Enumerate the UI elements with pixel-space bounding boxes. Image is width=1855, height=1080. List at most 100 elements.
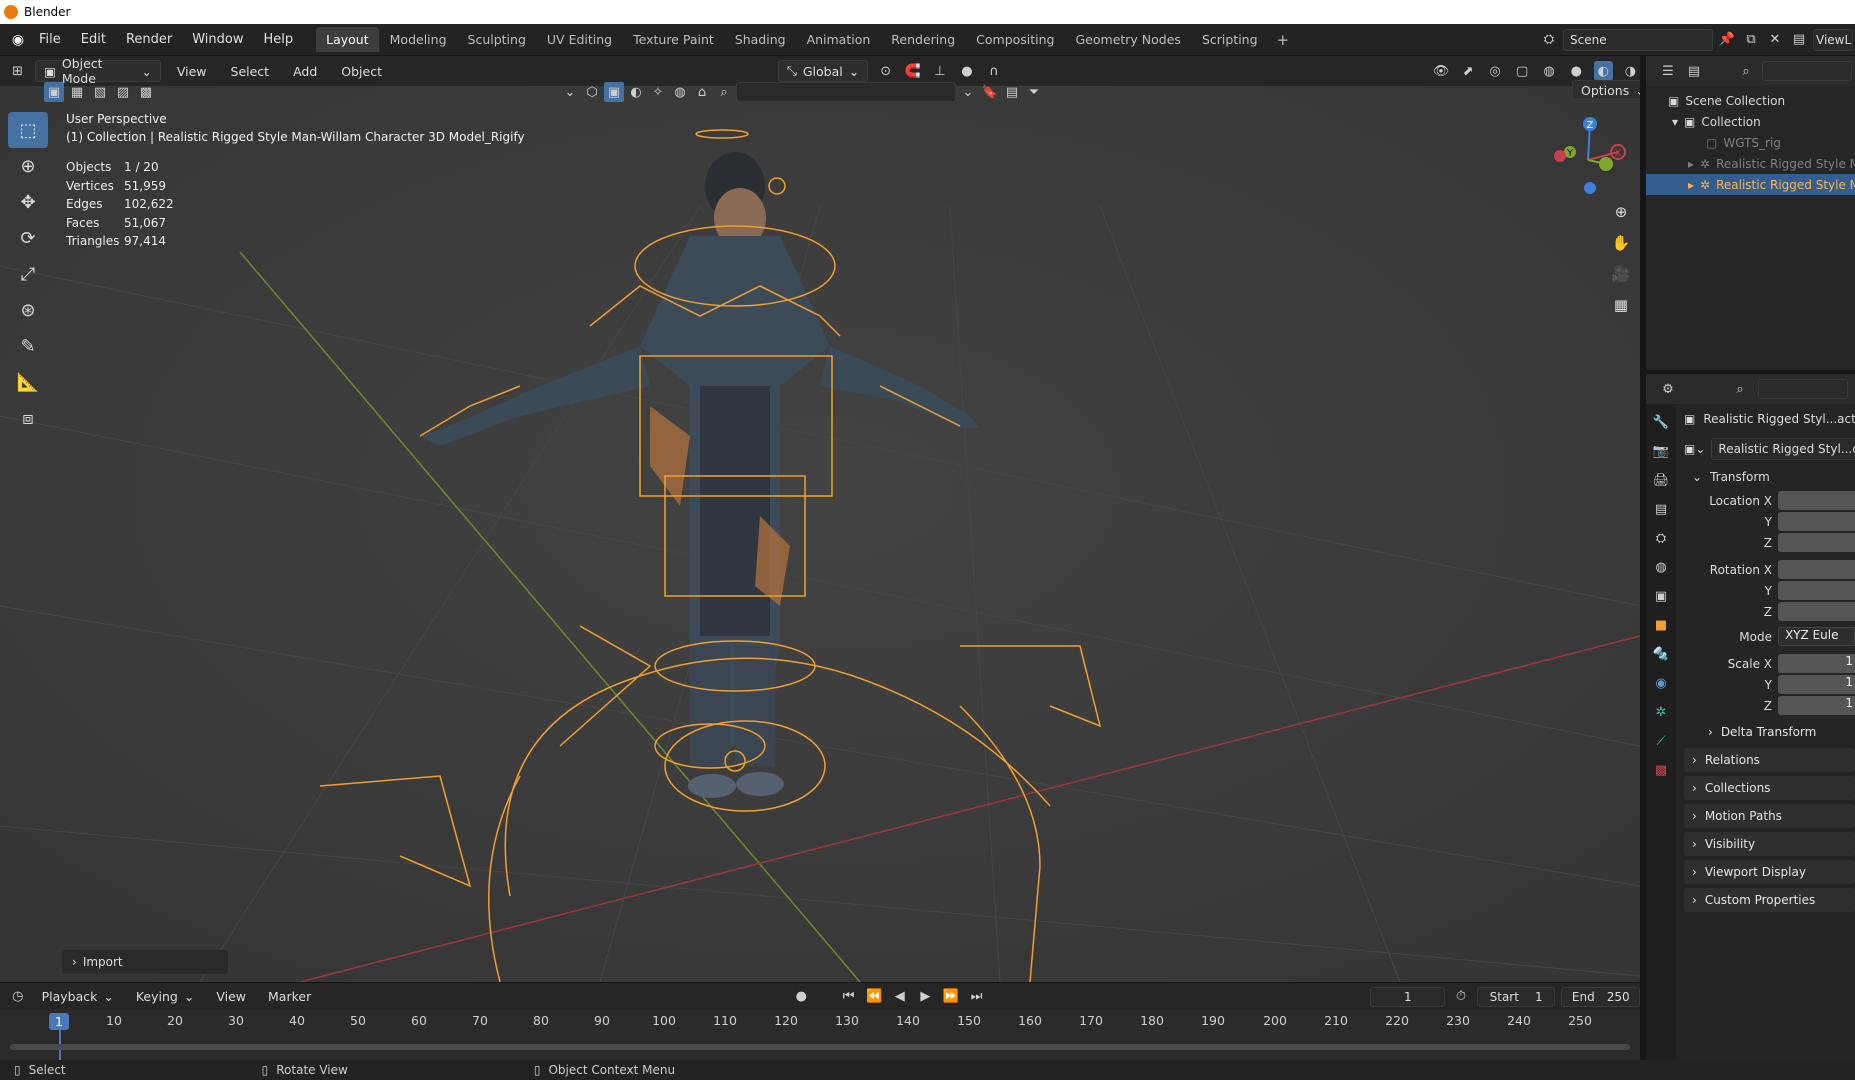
data-tab-icon[interactable]: ⟋	[1651, 731, 1671, 752]
frame-ruler[interactable]: 1 10 20 30 40 50 60 70 80 90 100 110 120…	[0, 1010, 1640, 1032]
orientation-dropdown[interactable]: ⤡ Global ⌄	[777, 60, 869, 82]
rotation-z-field[interactable]	[1778, 602, 1855, 621]
add-cube-tool[interactable]: ⧈	[8, 400, 48, 436]
xray-icon[interactable]: ▢	[1513, 61, 1532, 81]
pin-icon[interactable]: 📌	[1717, 30, 1737, 50]
view-layer-icon[interactable]: ▤	[1789, 30, 1809, 50]
custom-properties-section[interactable]: › Custom Properties	[1684, 888, 1855, 912]
editor-type-icon[interactable]: ⊞	[8, 61, 27, 81]
navigation-gizmo[interactable]: Z X Y	[1548, 108, 1628, 198]
select-box-tool[interactable]: ⬚	[8, 112, 48, 148]
tab-texture-paint[interactable]: Texture Paint	[623, 27, 724, 52]
motion-paths-section[interactable]: › Motion Paths	[1684, 804, 1855, 828]
current-frame-marker[interactable]: 1	[49, 1013, 69, 1030]
timeline-area[interactable]: 1 10 20 30 40 50 60 70 80 90 100 110 120…	[0, 1010, 1640, 1060]
menu-edit[interactable]: Edit	[72, 28, 115, 51]
stopwatch-icon[interactable]: ⏱	[1451, 987, 1471, 1007]
rotation-x-field[interactable]	[1778, 560, 1855, 579]
material-shading-icon[interactable]: ◐	[1593, 61, 1613, 81]
3d-viewport[interactable]	[0, 86, 1640, 982]
world-icon[interactable]: ◍	[670, 82, 690, 102]
bookmark-icon[interactable]: 🔖	[980, 82, 1000, 102]
tab-modeling[interactable]: Modeling	[380, 27, 457, 52]
viewport-display-section[interactable]: › Viewport Display	[1684, 860, 1855, 884]
object-data-field[interactable]: Realistic Rigged Styl...cte	[1711, 438, 1855, 460]
mode-dropdown[interactable]: ▣ Object Mode ⌄	[35, 56, 161, 86]
tab-scripting[interactable]: Scripting	[1192, 27, 1268, 52]
start-frame-field[interactable]: Start 1	[1476, 986, 1556, 1007]
physics-tab-icon[interactable]: ◉	[1651, 673, 1671, 694]
object-icon[interactable]: ▣⌄	[1684, 442, 1705, 456]
duplicate-scene-icon[interactable]: ⧉	[1741, 30, 1761, 50]
snap-icon[interactable]: 🧲	[903, 61, 922, 81]
rotation-y-field[interactable]	[1778, 581, 1855, 600]
falloff-icon[interactable]: ∩	[984, 61, 1003, 81]
scale-tool[interactable]: ⤢	[8, 256, 48, 292]
scale-y-field[interactable]: 1	[1778, 675, 1855, 694]
filter-icon[interactable]: ⏷	[1024, 82, 1044, 102]
location-z-field[interactable]	[1778, 533, 1855, 552]
outliner-scene-collection[interactable]: ▣ Scene Collection	[1646, 90, 1855, 111]
render-tab-icon[interactable]: 📷	[1651, 441, 1671, 462]
rendered-shading-icon[interactable]: ◑	[1621, 61, 1640, 81]
end-frame-field[interactable]: End 250	[1561, 986, 1641, 1007]
zoom-icon[interactable]: ⊕	[1607, 198, 1635, 226]
view-layer-field[interactable]: ViewL	[1813, 28, 1853, 51]
scene-icon[interactable]: ⛭	[1539, 30, 1559, 50]
solid-shading-icon[interactable]: ●	[1567, 61, 1586, 81]
playback-menu[interactable]: Playback ⌄	[34, 986, 122, 1008]
prev-keyframe-icon[interactable]: ⏪	[864, 987, 884, 1007]
gizmo-icon[interactable]: ⬈	[1458, 61, 1477, 81]
chevron-down-icon[interactable]: ⌄	[560, 82, 580, 102]
tab-rendering[interactable]: Rendering	[881, 27, 965, 52]
modifier-tab-icon[interactable]: 🔩	[1651, 644, 1671, 665]
tool-tab-icon[interactable]: 🔧	[1651, 412, 1671, 433]
material-icon[interactable]: ◐	[626, 82, 646, 102]
tab-geometry-nodes[interactable]: Geometry Nodes	[1066, 27, 1191, 52]
chevron-down-icon[interactable]: ⌄	[958, 82, 978, 102]
display-mode-icon[interactable]: ▤	[1684, 61, 1704, 81]
world-tab-icon[interactable]: ◍	[1651, 557, 1671, 578]
camera-icon[interactable]: ⌂	[692, 82, 712, 102]
scale-x-field[interactable]: 1	[1778, 654, 1855, 673]
next-keyframe-icon[interactable]: ⏩	[941, 987, 961, 1007]
proportional-editing-icon[interactable]: ●	[957, 61, 976, 81]
object-name[interactable]: Realistic Rigged Styl...acter	[1703, 412, 1855, 426]
outliner-item[interactable]: ▸ ✲ Realistic Rigged Style M	[1646, 153, 1855, 174]
tab-layout[interactable]: Layout	[316, 27, 379, 52]
subtract-selection-icon[interactable]: ▧	[90, 82, 110, 102]
camera-view-icon[interactable]: 🎥	[1607, 260, 1635, 288]
import-panel[interactable]: › Import	[62, 950, 228, 974]
relations-section[interactable]: › Relations	[1684, 748, 1855, 772]
rotation-mode-dropdown[interactable]: XYZ Eule	[1778, 627, 1855, 646]
scale-z-field[interactable]: 1	[1778, 696, 1855, 715]
intersect-selection-icon[interactable]: ▩	[136, 82, 156, 102]
measure-tool[interactable]: 📐	[8, 364, 48, 400]
extend-selection-icon[interactable]: ▦	[67, 82, 87, 102]
close-icon[interactable]: ✕	[1765, 30, 1785, 50]
jump-end-icon[interactable]: ⏭	[967, 987, 987, 1007]
view-layer-tab-icon[interactable]: ▤	[1651, 499, 1671, 520]
move-tool[interactable]: ✥	[8, 184, 48, 220]
visibility-icon[interactable]: 👁	[1431, 61, 1450, 81]
play-reverse-icon[interactable]: ◀	[890, 987, 910, 1007]
tab-shading[interactable]: Shading	[725, 27, 796, 52]
texture-tab-icon[interactable]: ▩	[1651, 760, 1671, 781]
tab-sculpting[interactable]: Sculpting	[458, 27, 536, 52]
menu-file[interactable]: File	[30, 28, 70, 51]
outliner-search-input[interactable]	[1762, 61, 1852, 81]
constraint-tab-icon[interactable]: ✲	[1651, 702, 1671, 723]
editor-type-icon[interactable]: ◷	[8, 987, 28, 1007]
blender-menu-icon[interactable]: ◉	[8, 31, 28, 49]
collection-tab-icon[interactable]: ▣	[1651, 586, 1671, 607]
marker-menu[interactable]: Marker	[260, 987, 319, 1006]
menu-add[interactable]: Add	[285, 62, 325, 81]
tab-animation[interactable]: Animation	[797, 27, 881, 52]
location-y-field[interactable]	[1778, 512, 1855, 531]
menu-object[interactable]: Object	[333, 62, 390, 81]
pan-icon[interactable]: ✋	[1607, 229, 1635, 257]
object-type-icon[interactable]: ⬡	[582, 82, 602, 102]
tab-compositing[interactable]: Compositing	[966, 27, 1064, 52]
visibility-section[interactable]: › Visibility	[1684, 832, 1855, 856]
keying-menu[interactable]: Keying ⌄	[128, 986, 202, 1008]
